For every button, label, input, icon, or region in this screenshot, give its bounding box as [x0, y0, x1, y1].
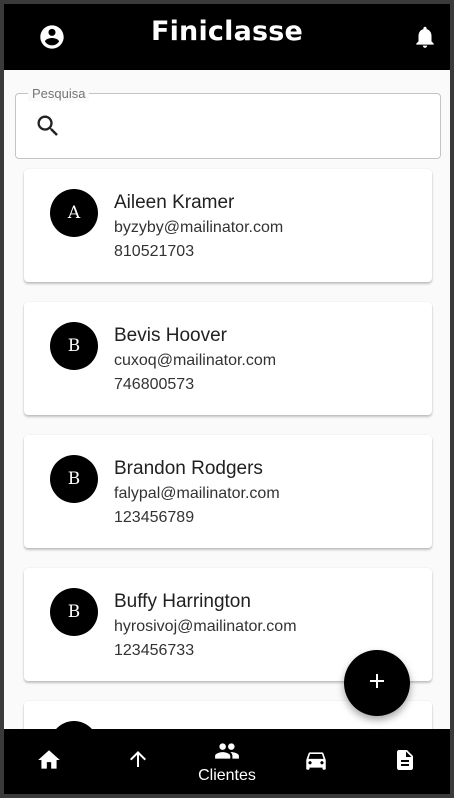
client-phone: 123456733 [114, 642, 195, 659]
client-phone: 746800573 [114, 376, 195, 393]
client-email: byzyby@mailinator.com [114, 219, 284, 236]
people-icon [215, 743, 239, 759]
plus-icon [365, 669, 389, 698]
search-icon [34, 112, 62, 140]
nav-item-home[interactable] [4, 729, 93, 794]
nav-label-clientes: Clientes [198, 767, 256, 784]
app-frame: Finiclasse Pesquisa A Aileen Kramer byzy… [4, 4, 450, 794]
nav-item-vehicles[interactable] [272, 729, 361, 794]
search-input[interactable] [72, 108, 428, 144]
nav-item-clientes[interactable]: Clientes [182, 729, 271, 794]
bottom-navigation: Clientes [4, 729, 450, 794]
client-email: cuxoq@mailinator.com [114, 352, 277, 369]
car-icon [306, 752, 326, 770]
arrow-up-icon [129, 751, 146, 767]
client-email: hyrosivoj@mailinator.com [114, 618, 297, 635]
avatar: B [50, 455, 98, 503]
document-icon [397, 750, 414, 770]
nav-item-upload[interactable] [93, 729, 182, 794]
add-client-button[interactable] [344, 650, 410, 716]
client-card[interactable]: B Brandon Rodgers falypal@mailinator.com… [24, 435, 432, 548]
client-phone: 123456789 [114, 509, 195, 526]
nav-item-documents[interactable] [361, 729, 450, 794]
search-label: Pesquisa [28, 86, 90, 101]
avatar: A [50, 189, 98, 237]
client-name: Brandon Rodgers [114, 458, 263, 479]
avatar: B [50, 588, 98, 636]
client-card[interactable]: A Aileen Kramer byzyby@mailinator.com 81… [24, 169, 432, 282]
home-icon [37, 750, 60, 769]
client-name: Aileen Kramer [114, 192, 235, 213]
client-email: falypal@mailinator.com [114, 485, 280, 502]
avatar: B [50, 322, 98, 370]
client-name: Bevis Hoover [114, 325, 227, 346]
app-bar: Finiclasse [4, 4, 450, 70]
bell-icon[interactable] [412, 23, 438, 51]
client-phone: 810521703 [114, 243, 195, 260]
client-name: Buffy Harrington [114, 591, 251, 612]
client-card[interactable]: B Bevis Hoover cuxoq@mailinator.com 7468… [24, 302, 432, 415]
app-title: Finiclasse [150, 16, 304, 47]
search-field[interactable]: Pesquisa [15, 86, 441, 159]
